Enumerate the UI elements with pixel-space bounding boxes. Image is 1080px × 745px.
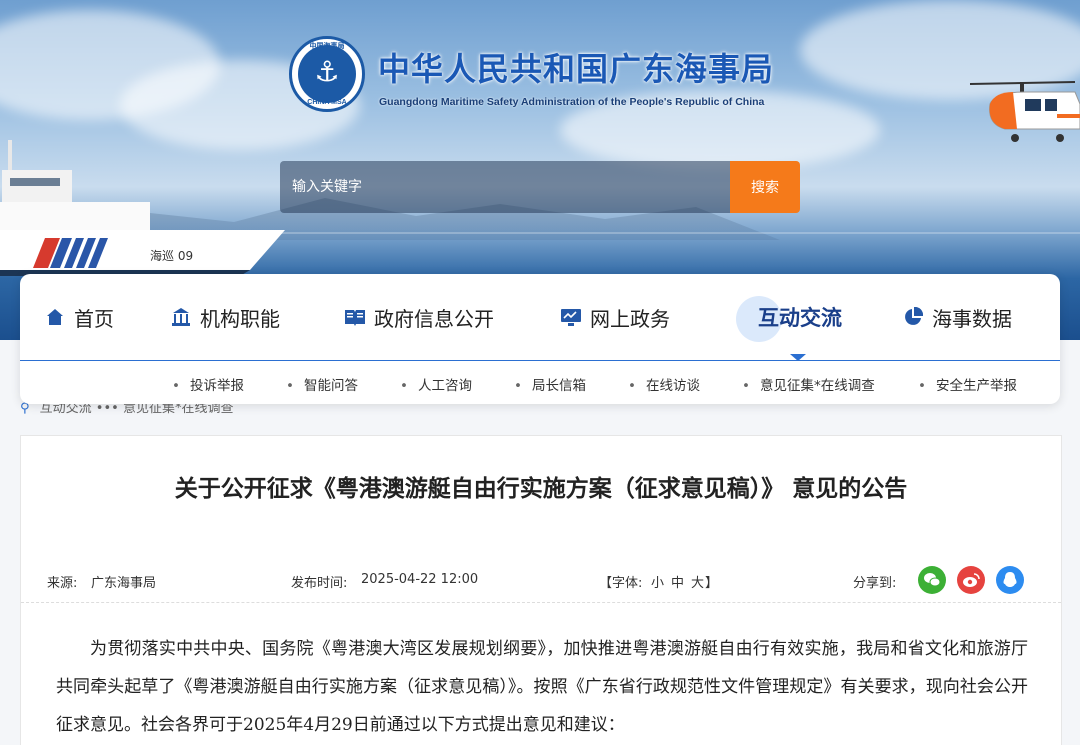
site-title[interactable]: 中华人民共和国广东海事局 bbox=[378, 44, 774, 90]
book-icon bbox=[344, 306, 366, 328]
subnav-safety-report[interactable]: 安全生产举报 bbox=[918, 374, 1017, 394]
article-title: 关于公开征求《粤港澳游艇自由行实施方案（征求意见稿）》 意见的公告 bbox=[174, 476, 908, 502]
search-button[interactable]: 搜索 bbox=[730, 161, 800, 213]
font-size-small[interactable]: 小 bbox=[651, 572, 664, 591]
subnav-human-consult[interactable]: 人工咨询 bbox=[400, 374, 472, 394]
nav-item-label: 互动交流 bbox=[758, 306, 842, 330]
home-icon bbox=[44, 306, 66, 328]
meta-divider bbox=[21, 602, 1061, 603]
subnav-opinion-survey[interactable]: 意见征集*在线调查 bbox=[742, 374, 875, 394]
article-paragraph: 为贯彻落实中共中央、国务院《粤港澳大湾区发展规划纲要》，加快推进粤港澳游艇自由行… bbox=[56, 639, 1028, 735]
emblem-inner: ⚓ bbox=[298, 45, 356, 103]
search-input[interactable] bbox=[280, 161, 724, 213]
font-size-close: 】 bbox=[705, 576, 719, 591]
active-tab-pointer bbox=[790, 354, 806, 361]
nav-item-interaction[interactable]: 互动交流 bbox=[758, 300, 842, 334]
nav-item-gov-info[interactable]: 政府信息公开 bbox=[344, 300, 494, 334]
pie-chart-icon bbox=[902, 306, 924, 328]
nav-item-label: 海事数据 bbox=[932, 306, 1012, 331]
source-label: 来源: bbox=[47, 576, 78, 591]
search-box bbox=[280, 161, 730, 213]
nav-item-maritime-data[interactable]: 海事数据 bbox=[902, 300, 1012, 334]
date-label: 发布时间: bbox=[291, 576, 348, 591]
nav-item-label: 首页 bbox=[74, 306, 114, 331]
subnav-online-interview[interactable]: 在线访谈 bbox=[628, 374, 700, 394]
subnav-smart-qa[interactable]: 智能问答 bbox=[286, 374, 358, 394]
share-label: 分享到: bbox=[853, 576, 897, 591]
msa-emblem-logo[interactable]: 中国海事局 ⚓ CHINA MSA bbox=[289, 36, 365, 112]
primary-nav: 首页 机构职能 政府信息公开 网上政务 互动交流 海事数据 bbox=[20, 274, 1060, 361]
subnav-complaint[interactable]: 投诉举报 bbox=[172, 374, 244, 394]
building-icon bbox=[170, 306, 192, 328]
wechat-share-icon[interactable] bbox=[918, 566, 946, 594]
emblem-bottom-text: CHINA MSA bbox=[307, 99, 347, 106]
nav-item-label: 政府信息公开 bbox=[374, 306, 494, 331]
publish-date: 2025-04-22 12:00 bbox=[361, 572, 479, 587]
anchor-icon: ⚓ bbox=[314, 55, 340, 88]
nav-item-label: 网上政务 bbox=[590, 306, 670, 331]
weibo-share-icon[interactable] bbox=[957, 566, 985, 594]
monitor-icon bbox=[560, 306, 582, 328]
font-size-large[interactable]: 大 bbox=[691, 572, 704, 591]
ship-label: 海巡 09 bbox=[150, 248, 193, 263]
font-size-medium[interactable]: 中 bbox=[671, 572, 684, 591]
nav-item-organization[interactable]: 机构职能 bbox=[170, 300, 280, 334]
nav-item-label: 机构职能 bbox=[200, 306, 280, 331]
source-value: 广东海事局 bbox=[91, 576, 157, 591]
secondary-nav: 投诉举报 智能问答 人工咨询 局长信箱 在线访谈 意见征集*在线调查 安全生产举… bbox=[20, 366, 1060, 396]
site-subtitle: Guangdong Maritime Safety Administration… bbox=[379, 96, 765, 108]
article-container: 关于公开征求《粤港澳游艇自由行实施方案（征求意见稿）》 意见的公告 来源: 广东… bbox=[20, 435, 1062, 745]
main-navigation: 首页 机构职能 政府信息公开 网上政务 互动交流 海事数据 • 投诉举报 • 智… bbox=[20, 274, 1060, 404]
nav-item-home[interactable]: 首页 bbox=[44, 300, 114, 334]
qq-share-icon[interactable] bbox=[996, 566, 1024, 594]
helicopter-illustration bbox=[969, 81, 1080, 142]
font-size-label: 【字体: bbox=[599, 576, 643, 591]
nav-item-online-services[interactable]: 网上政务 bbox=[560, 300, 670, 334]
article-body: 为贯彻落实中共中央、国务院《粤港澳大湾区发展规划纲要》，加快推进粤港澳游艇自由行… bbox=[56, 630, 1028, 744]
patrol-ship-illustration: 海巡 09 bbox=[0, 140, 285, 276]
subnav-director-mailbox[interactable]: 局长信箱 bbox=[514, 374, 586, 394]
